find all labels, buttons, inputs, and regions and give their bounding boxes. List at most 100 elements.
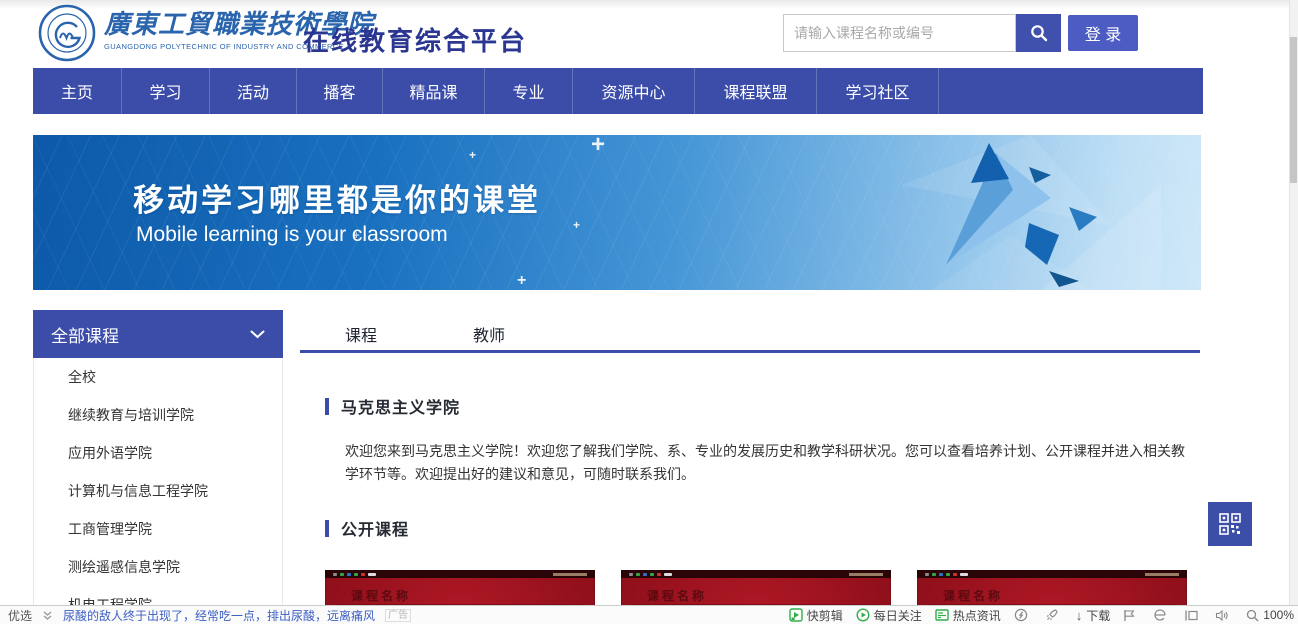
nav-item-activity[interactable]: 活动: [210, 68, 297, 114]
search-input[interactable]: [784, 15, 1015, 51]
speed-gauge-icon: [1014, 608, 1028, 622]
speed-gauge-tool[interactable]: [1014, 608, 1032, 622]
ad-badge: 广告: [385, 609, 411, 622]
sidebar-item-business-mgmt[interactable]: 工商管理学院: [34, 510, 282, 548]
chevron-down-icon: [250, 330, 265, 339]
cover-mini-text: [849, 573, 883, 576]
nav-item-learn[interactable]: 学习: [122, 68, 210, 114]
login-button[interactable]: 登 录: [1068, 15, 1138, 51]
cover-dot: [368, 573, 376, 576]
heading-accent-bar: [325, 520, 329, 537]
open-courses-title: 公开课程: [341, 516, 409, 540]
search-icon: [1030, 24, 1048, 42]
cover-dot: [636, 573, 640, 576]
cover-dot: [643, 573, 647, 576]
cover-dot: [333, 573, 337, 576]
college-title: 马克思主义学院: [341, 394, 460, 418]
cover-dot: [657, 573, 661, 576]
nav-item-home[interactable]: 主页: [33, 68, 122, 114]
cover-dot: [361, 573, 365, 576]
course-cover-title: 课程名称: [351, 587, 595, 604]
ie-icon: [1153, 608, 1167, 622]
bottom-bar-left: 优选 尿酸的敌人终于出现了，经常吃一点，排出尿酸，远离痛风 广告: [0, 607, 411, 624]
plus-decor-icon: +: [517, 273, 526, 289]
panel-icon: [1184, 609, 1198, 622]
search-box: [783, 14, 1016, 52]
page-header: 廣東工貿職業技術學院 GUANGDONG POLYTECHNIC OF INDU…: [0, 0, 1298, 66]
quick-clip-tool[interactable]: 快剪辑: [789, 607, 843, 624]
open-courses-heading: 公开课程: [325, 516, 409, 540]
nav-item-community[interactable]: 学习社区: [817, 68, 939, 114]
tool-label: 下载: [1086, 607, 1110, 624]
sidebar-title: 全部课程: [51, 322, 119, 347]
course-category-sidebar: 全部课程 全校 继续教育与培训学院 应用外语学院 计算机与信息工程学院 工商管理…: [33, 310, 283, 624]
download-icon: ↓: [1076, 609, 1083, 622]
side-panel-tool[interactable]: [1184, 609, 1202, 622]
cover-dot: [340, 573, 344, 576]
banner-subheadline: Mobile learning is your classroom: [136, 223, 448, 247]
cover-dot: [946, 573, 950, 576]
paper-plane-icon: [901, 135, 1161, 290]
school-emblem-icon: [38, 4, 96, 62]
cover-dot: [932, 573, 936, 576]
cover-dot: [960, 573, 968, 576]
plus-decor-icon: +: [573, 219, 580, 231]
zoom-icon: [1246, 609, 1259, 622]
sidebar-item-foreign-lang[interactable]: 应用外语学院: [34, 434, 282, 472]
download-tool[interactable]: ↓ 下载: [1076, 607, 1111, 624]
cover-dot: [650, 573, 654, 576]
tool-label: 每日关注: [874, 607, 922, 624]
college-description: 欢迎您来到马克思主义学院！欢迎您了解我们学院、系、专业的发展历史和教学科研状况。…: [345, 440, 1193, 486]
plus-decor-icon: +: [591, 135, 605, 157]
all-courses-dropdown[interactable]: 全部课程: [33, 310, 283, 358]
cover-dot: [939, 573, 943, 576]
scrollbar-thumb[interactable]: [1290, 37, 1297, 183]
search-button[interactable]: [1016, 14, 1061, 52]
tab-courses[interactable]: 课程: [345, 322, 377, 354]
flag-tool[interactable]: [1123, 609, 1140, 622]
course-cover-topbar: [917, 570, 1187, 578]
bottom-bar-tools: 快剪辑 每日关注 热点资讯: [789, 607, 1298, 624]
cover-mini-text: [553, 573, 587, 576]
daily-watch-icon: [856, 608, 870, 622]
content-tabs: 课程 教师: [345, 322, 505, 354]
nav-item-courses[interactable]: 精品课: [383, 68, 485, 114]
sidebar-item-computer-info[interactable]: 计算机与信息工程学院: [34, 472, 282, 510]
flag-icon: [1123, 609, 1136, 622]
college-list: 全校 继续教育与培训学院 应用外语学院 计算机与信息工程学院 工商管理学院 测绘…: [33, 358, 283, 624]
college-section-heading: 马克思主义学院: [325, 394, 460, 418]
browser-bottom-bar: 优选 尿酸的敌人终于出现了，经常吃一点，排出尿酸，远离痛风 广告 快剪辑 每日关…: [0, 605, 1298, 624]
ie-tool[interactable]: [1153, 608, 1171, 622]
hot-news-tool[interactable]: 热点资讯: [935, 607, 1001, 624]
rocket-tool[interactable]: [1045, 608, 1063, 622]
course-cover-topbar: [325, 570, 595, 578]
qr-code-button[interactable]: [1208, 502, 1252, 546]
volume-tool[interactable]: [1215, 609, 1233, 622]
sidebar-item-whole-school[interactable]: 全校: [34, 358, 282, 396]
tab-teachers[interactable]: 教师: [473, 322, 505, 354]
hot-news-icon: [935, 608, 949, 622]
cover-mini-text: [1145, 573, 1179, 576]
featured-menu[interactable]: 优选: [8, 607, 32, 624]
main-nav: 主页 学习 活动 播客 精品课 专业 资源中心 课程联盟 学习社区: [33, 68, 1203, 114]
course-cover-title: 课程名称: [647, 587, 891, 604]
nav-item-resources[interactable]: 资源中心: [573, 68, 695, 114]
platform-title: 在线教育综合平台: [303, 21, 527, 58]
nav-item-major[interactable]: 专业: [485, 68, 573, 114]
course-cover-topbar: [621, 570, 891, 578]
daily-watch-tool[interactable]: 每日关注: [856, 607, 922, 624]
nav-item-alliance[interactable]: 课程联盟: [695, 68, 817, 114]
ad-link[interactable]: 尿酸的敌人终于出现了，经常吃一点，排出尿酸，远离痛风: [63, 607, 375, 624]
cover-dot: [354, 573, 358, 576]
zoom-tool[interactable]: 100%: [1246, 608, 1294, 622]
cover-dot: [925, 573, 929, 576]
cover-dot: [347, 573, 351, 576]
nav-item-podcast[interactable]: 播客: [297, 68, 383, 114]
double-chevron-down-icon[interactable]: [42, 610, 53, 621]
sidebar-item-surveying[interactable]: 测绘遥感信息学院: [34, 548, 282, 586]
hero-banner[interactable]: + + + + + 移动学习哪里都是你的课堂 Mobile learning i…: [33, 135, 1201, 290]
rocket-icon: [1045, 608, 1059, 622]
plus-decor-icon: +: [469, 149, 476, 161]
vertical-scrollbar[interactable]: [1289, 0, 1298, 605]
sidebar-item-continuing-ed[interactable]: 继续教育与培训学院: [34, 396, 282, 434]
